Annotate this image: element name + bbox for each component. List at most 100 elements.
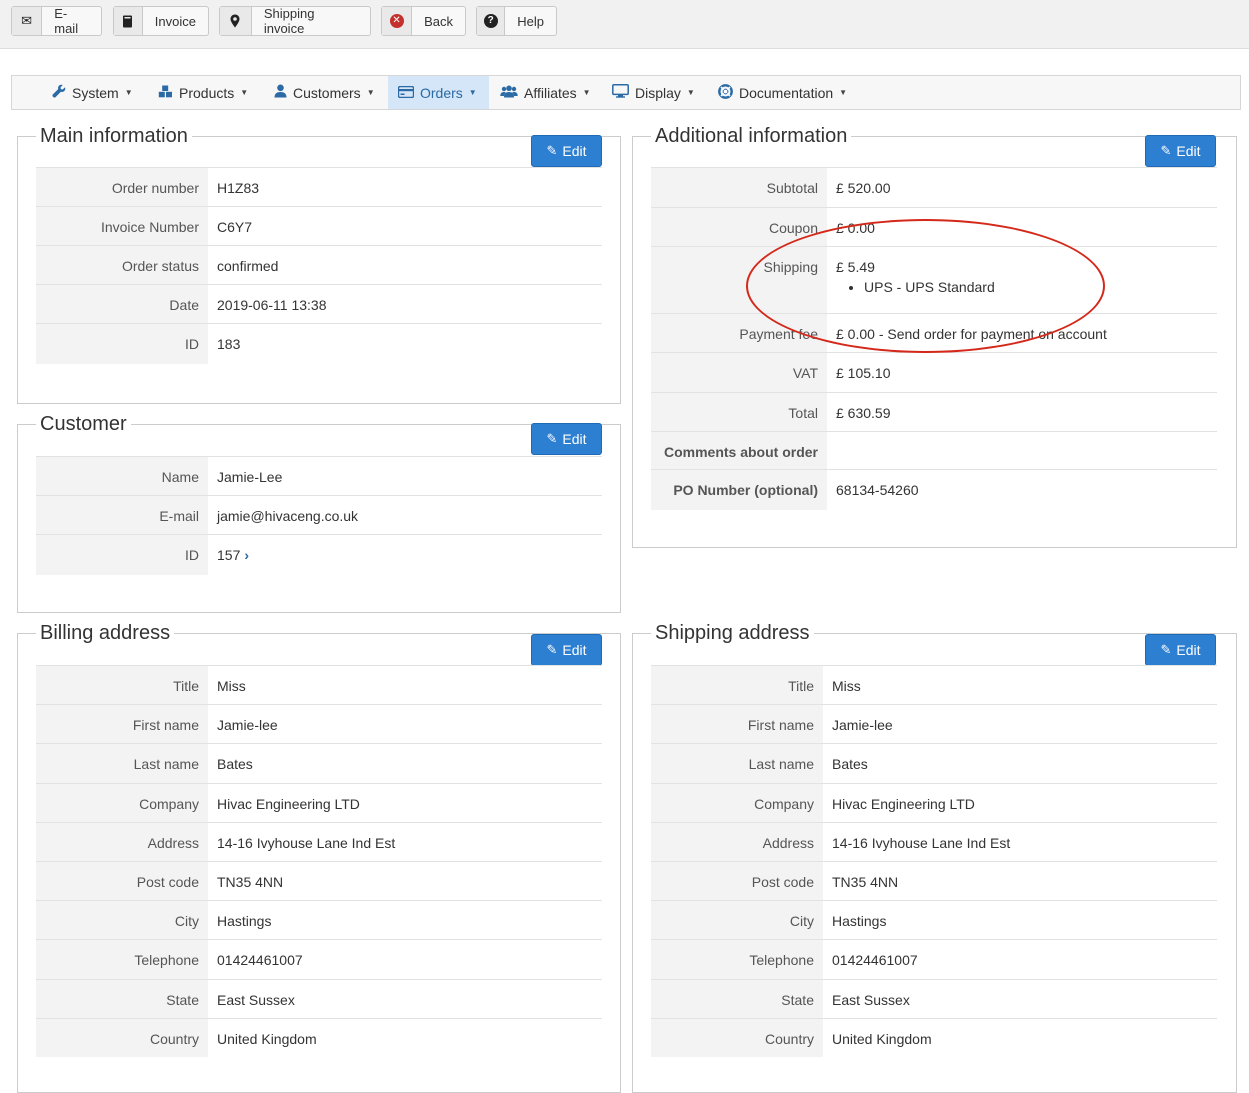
shipping-invoice-button-label: Shipping invoice xyxy=(263,6,315,36)
row-key: Company xyxy=(36,782,208,823)
chevron-right-icon[interactable]: › xyxy=(244,547,249,563)
invoice-number-value: C6Y7 xyxy=(208,206,602,246)
row-key: Company xyxy=(651,782,823,823)
email-button[interactable]: ✉ E-mail xyxy=(11,6,102,36)
row-key: Address xyxy=(36,821,208,862)
envelope-icon: ✉ xyxy=(12,7,43,35)
nav-documentation-label: Documentation xyxy=(739,84,834,101)
row-key: Country xyxy=(36,1017,208,1058)
caret-down-icon: ▼ xyxy=(366,88,375,97)
row-key: Last name xyxy=(36,743,208,784)
row-key: Address xyxy=(651,821,823,862)
row-key: Order status xyxy=(36,245,208,285)
shipping-method: UPS - UPS Standard xyxy=(864,279,1208,295)
nav-products[interactable]: Products ▼ xyxy=(148,76,258,109)
table-row: City Hastings xyxy=(651,900,1217,940)
shipping-invoice-button[interactable]: Shipping invoice xyxy=(219,6,371,36)
order-id-value: 183 xyxy=(208,323,602,364)
row-value: Hivac Engineering LTD xyxy=(208,782,602,823)
row-value: 01424461007 xyxy=(823,939,1217,979)
table-row: Telephone 01424461007 xyxy=(651,939,1217,979)
customer-panel: Customer ✎ Edit Name Jamie-Lee E-mail ja… xyxy=(17,411,621,613)
caret-down-icon: ▼ xyxy=(240,88,249,97)
table-row: Country United Kingdom xyxy=(651,1017,1217,1058)
table-row: VAT £ 105.10 xyxy=(651,352,1217,393)
customer-id-cell: 157 › xyxy=(208,534,602,575)
row-value: TN35 4NN xyxy=(208,860,602,901)
row-value: Bates xyxy=(823,743,1217,784)
nav-system[interactable]: System ▼ xyxy=(42,76,143,109)
main-information-edit-button[interactable]: ✎ Edit xyxy=(531,135,602,167)
additional-information-edit-button[interactable]: ✎ Edit xyxy=(1145,135,1216,167)
table-row: Subtotal £ 520.00 xyxy=(651,167,1217,208)
coupon-value: £ 0.00 xyxy=(827,207,1217,247)
main-information-title: Main information xyxy=(36,123,192,149)
row-value: East Sussex xyxy=(208,978,602,1019)
row-key: City xyxy=(651,900,823,940)
row-value: 14-16 Ivyhouse Lane Ind Est xyxy=(823,821,1217,862)
nav-affiliates[interactable]: Affiliates ▼ xyxy=(490,76,601,109)
edit-label: Edit xyxy=(562,143,587,159)
table-row: Order status confirmed xyxy=(36,245,602,285)
caret-down-icon: ▼ xyxy=(582,88,591,97)
total-value: £ 630.59 xyxy=(827,392,1217,432)
row-value: Bates xyxy=(208,743,602,784)
table-row: Address 14-16 Ivyhouse Lane Ind Est xyxy=(651,821,1217,862)
email-button-label: E-mail xyxy=(54,6,79,36)
help-button-label: Help xyxy=(517,13,544,29)
back-button[interactable]: ✕ Back xyxy=(381,6,466,36)
row-key: Shipping xyxy=(651,246,827,314)
user-icon xyxy=(274,84,287,101)
row-value: Hastings xyxy=(823,900,1217,940)
row-key: PO Number (optional) xyxy=(651,469,827,510)
row-key: Subtotal xyxy=(651,167,827,208)
row-key: Payment fee xyxy=(651,313,827,353)
nav-affiliates-label: Affiliates xyxy=(524,84,577,101)
row-key: ID xyxy=(36,534,208,575)
back-button-label: Back xyxy=(424,13,453,29)
row-value: Jamie-lee xyxy=(208,704,602,744)
billing-address-edit-button[interactable]: ✎ Edit xyxy=(531,634,602,666)
table-row: Date 2019-06-11 13:38 xyxy=(36,284,602,324)
nav-customers[interactable]: Customers ▼ xyxy=(264,76,385,109)
billing-address-table: Title Miss First name Jamie-lee Last name Bat… xyxy=(36,664,602,1058)
help-button[interactable]: ? Help xyxy=(476,6,557,36)
customer-title: Customer xyxy=(36,411,131,437)
edit-label: Edit xyxy=(562,642,587,658)
po-number-value: 68134-54260 xyxy=(827,469,1217,510)
table-row: Telephone 01424461007 xyxy=(36,939,602,979)
customer-email-value: jamie@hivaceng.co.uk xyxy=(208,495,602,535)
table-row: Invoice Number C6Y7 xyxy=(36,206,602,246)
row-key: Title xyxy=(651,664,823,705)
caret-down-icon: ▼ xyxy=(468,88,477,97)
nav-display-label: Display xyxy=(635,84,681,101)
row-value: United Kingdom xyxy=(208,1017,602,1058)
map-pin-icon xyxy=(220,7,252,35)
pencil-icon: ✎ xyxy=(546,143,558,158)
nav-display[interactable]: Display ▼ xyxy=(602,76,705,109)
table-row: Address 14-16 Ivyhouse Lane Ind Est xyxy=(36,821,602,862)
row-value: 01424461007 xyxy=(208,939,602,979)
row-key: ID xyxy=(36,323,208,364)
row-value: Hivac Engineering LTD xyxy=(823,782,1217,823)
payment-fee-value: £ 0.00 - Send order for payment on accou… xyxy=(827,313,1217,353)
shipping-address-edit-button[interactable]: ✎ Edit xyxy=(1145,634,1216,666)
table-row: Company Hivac Engineering LTD xyxy=(36,782,602,823)
row-key: Post code xyxy=(651,860,823,901)
table-row: Title Miss xyxy=(36,664,602,705)
nav-documentation[interactable]: Documentation ▼ xyxy=(708,76,857,109)
table-row: Name Jamie-Lee xyxy=(36,456,602,496)
row-value: 14-16 Ivyhouse Lane Ind Est xyxy=(208,821,602,862)
vat-value: £ 105.10 xyxy=(827,352,1217,393)
nav-customers-label: Customers xyxy=(293,84,361,101)
customer-edit-button[interactable]: ✎ Edit xyxy=(531,423,602,455)
row-value: Jamie-lee xyxy=(823,704,1217,744)
table-row: Comments about order xyxy=(651,431,1217,470)
caret-down-icon: ▼ xyxy=(124,88,133,97)
row-key: Last name xyxy=(651,743,823,784)
customer-name-value: Jamie-Lee xyxy=(208,456,602,496)
row-value: East Sussex xyxy=(823,978,1217,1019)
nav-orders[interactable]: Orders ▼ xyxy=(388,76,489,109)
invoice-button[interactable]: Invoice xyxy=(113,6,209,36)
shipping-address-table: Title Miss First name Jamie-lee Last name Bat… xyxy=(651,664,1217,1058)
